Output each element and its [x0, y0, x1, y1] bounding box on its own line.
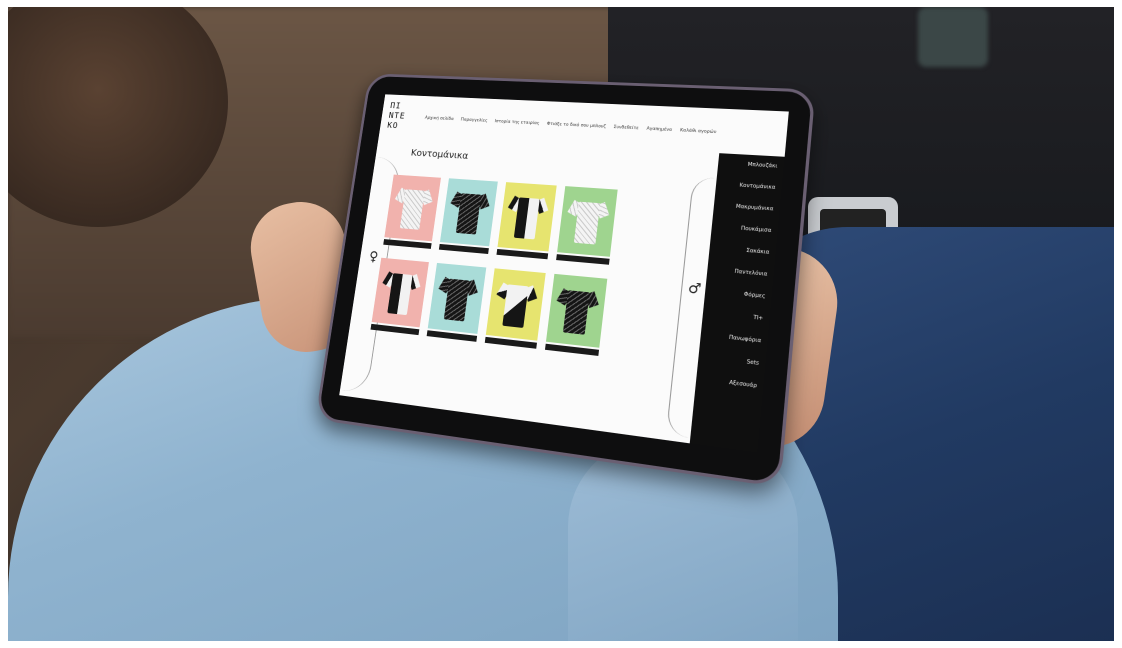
product-image[interactable]: [557, 186, 618, 257]
product-card[interactable]: [544, 273, 608, 360]
logo-line: ΚΟ: [386, 121, 399, 131]
nav-login[interactable]: Συνδεθείτε: [613, 125, 639, 131]
tshirt-image: [496, 280, 538, 329]
page-title: Κοντομάνικα: [410, 148, 469, 162]
product-grid: [370, 174, 618, 360]
tshirt-image: [567, 197, 610, 245]
photo-scene: ΠΙ ΝΤΕ ΚΟ Αρχική σελίδα Παραγγελίες Ιστο…: [8, 7, 1114, 641]
tshirt-image: [507, 193, 549, 240]
site-logo[interactable]: ΠΙ ΝΤΕ ΚΟ: [386, 102, 416, 134]
product-image[interactable]: [497, 182, 557, 252]
nav-company-history[interactable]: Ιστορία της εταιρίας: [494, 119, 539, 126]
nav-orders[interactable]: Παραγγελίες: [460, 118, 487, 124]
product-image[interactable]: [384, 174, 441, 242]
product-card[interactable]: [370, 257, 429, 339]
nav-design-your-own[interactable]: Φτιάξε το δικό σου μπλουζ: [546, 122, 606, 130]
product-card[interactable]: [496, 182, 557, 263]
tablet-screen: ΠΙ ΝΤΕ ΚΟ Αρχική σελίδα Παραγγελίες Ιστο…: [339, 94, 789, 453]
nav-cart[interactable]: Καλάθι αγορών: [680, 128, 717, 135]
nav-favorites[interactable]: Αγαπημένα: [646, 127, 672, 133]
product-image[interactable]: [427, 262, 487, 334]
nav-home[interactable]: Αρχική σελίδα: [424, 116, 453, 122]
tshirt-image: [556, 286, 599, 336]
product-image[interactable]: [485, 268, 546, 341]
tshirt-image: [394, 185, 433, 230]
background-lamp: [918, 7, 988, 67]
product-card[interactable]: [426, 262, 487, 346]
product-image[interactable]: [439, 178, 498, 247]
product-card[interactable]: [438, 178, 498, 258]
tshirt-image: [382, 269, 421, 316]
tshirt-image: [450, 189, 490, 235]
product-image[interactable]: [545, 273, 608, 348]
male-symbol-icon[interactable]: ♂: [687, 280, 702, 298]
tablet-device: ΠΙ ΝΤΕ ΚΟ Αρχική σελίδα Παραγγελίες Ιστο…: [315, 73, 816, 488]
product-card[interactable]: [556, 186, 618, 269]
product-image[interactable]: [371, 257, 429, 328]
product-card[interactable]: [484, 268, 546, 352]
product-card[interactable]: [383, 174, 441, 253]
top-navigation: Αρχική σελίδα Παραγγελίες Ιστορία της ετ…: [424, 116, 780, 138]
tshirt-image: [438, 274, 478, 322]
